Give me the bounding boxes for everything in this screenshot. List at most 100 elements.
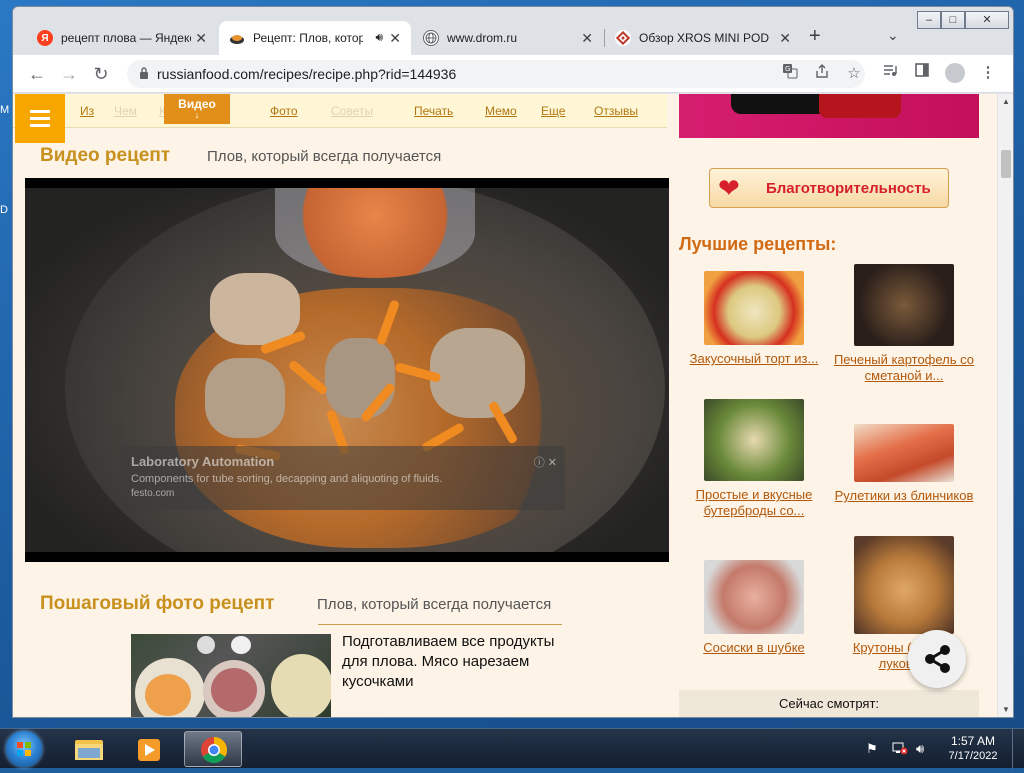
video-section-title: Видео рецепт (40, 145, 171, 166)
tab-xros[interactable]: Обзор XROS MINI POD ✕ (605, 21, 801, 55)
menu-item-tips[interactable]: Советы (331, 104, 373, 118)
recipe-card[interactable]: Рулетики из блинчиков (829, 424, 979, 504)
recipe-link[interactable]: Закусочный торт из... (679, 351, 829, 367)
recipe-photo[interactable] (704, 399, 804, 481)
menu-item-memo[interactable]: Мемо (485, 104, 517, 118)
lock-icon[interactable] (139, 67, 149, 79)
tab-title: www.drom.ru (447, 31, 518, 45)
banner-ad[interactable] (679, 94, 979, 138)
close-window-button[interactable]: ✕ (965, 11, 1009, 29)
share-icon (925, 645, 950, 673)
now-watching-panel: Сейчас смотрят: (679, 690, 979, 717)
new-tab-button[interactable]: + (809, 25, 821, 48)
tab-strip: Я рецепт плова — Яндекс ✕ Рецепт: Плов, … (13, 7, 1013, 55)
step-photo[interactable] (131, 634, 331, 717)
step-description: Подготавливаем все продукты для плова. М… (342, 633, 555, 690)
tab-title: Рецепт: Плов, который (253, 31, 363, 45)
menu-item-reviews[interactable]: Отзывы (594, 104, 638, 118)
video-frame[interactable]: Laboratory Automation Components for tub… (25, 188, 669, 552)
start-button[interactable] (6, 731, 42, 767)
recipe-photo[interactable] (704, 271, 804, 345)
side-panel-icon[interactable] (911, 62, 933, 84)
down-arrow-icon: ↓ (194, 110, 200, 120)
url-text[interactable]: russianfood.com/recipes/recipe.php?rid=1… (157, 66, 456, 82)
charity-label: Благотворительность (766, 180, 931, 197)
scroll-down-arrow[interactable]: ▼ (1002, 705, 1010, 714)
reload-button[interactable]: ↻ (89, 62, 113, 86)
video-player[interactable]: Laboratory Automation Components for tub… (25, 178, 669, 562)
menu-item-video-label: Видео (178, 97, 216, 111)
recipe-card[interactable]: Простые и вкусные бутерброды со... (679, 399, 829, 519)
show-desktop-button[interactable] (1012, 729, 1024, 769)
tab-plov-recipe[interactable]: Рецепт: Плов, который 🔊︎ ✕ (219, 21, 411, 55)
close-icon[interactable]: ✕ (779, 30, 791, 47)
scrollbar-thumb[interactable] (1001, 150, 1011, 178)
browser-window: Я рецепт плова — Яндекс ✕ Рецепт: Плов, … (12, 6, 1014, 718)
bookmark-star-icon[interactable]: ☆ (843, 63, 865, 85)
chrome-icon[interactable] (184, 731, 242, 767)
tab-yandex[interactable]: Я рецепт плова — Яндекс ✕ (27, 21, 217, 55)
share-page-icon[interactable] (811, 63, 833, 85)
page-scrollbar[interactable]: ▲ ▼ (997, 94, 1013, 717)
explorer-icon[interactable] (60, 731, 118, 767)
close-icon[interactable]: ✕ (389, 30, 401, 47)
network-icon[interactable] (892, 741, 908, 758)
tab-search-button[interactable]: ⌄ (887, 27, 899, 44)
tab-title: Обзор XROS MINI POD (639, 31, 769, 45)
back-button[interactable]: ← (25, 62, 49, 86)
share-button[interactable] (908, 630, 966, 688)
menu-item-more[interactable]: Еще (541, 104, 565, 118)
ad-site: festo.com (131, 488, 175, 499)
hamburger-menu-button[interactable] (15, 94, 65, 143)
ad-title[interactable]: Laboratory Automation (131, 454, 555, 469)
recipe-link[interactable]: Сосиски в шубке (679, 640, 829, 656)
address-bar[interactable]: russianfood.com/recipes/recipe.php?rid=1… (127, 60, 865, 88)
translate-icon[interactable]: G (779, 63, 801, 85)
globe-icon (423, 30, 439, 46)
menu-item-video[interactable]: Видео ↓ (164, 94, 230, 124)
speaker-icon[interactable]: 🔊︎ (375, 30, 383, 45)
menu-item-iz[interactable]: Из (80, 104, 94, 118)
clock-time[interactable]: 1:57 AM (943, 734, 1003, 748)
media-control-icon[interactable] (879, 62, 901, 84)
clock-date[interactable]: 7/17/2022 (940, 750, 1006, 762)
menu-item-chem[interactable]: Чем (114, 104, 137, 118)
recipe-card[interactable]: Печеный картофель со сметаной и... (829, 264, 979, 384)
close-icon[interactable]: ✕ (581, 30, 593, 47)
recipe-link[interactable]: Простые и вкусные бутерброды со... (679, 487, 829, 519)
ad-close-button[interactable]: ⓘ ✕ (534, 454, 557, 470)
recipe-photo[interactable] (854, 536, 954, 634)
scroll-up-arrow[interactable]: ▲ (1002, 97, 1010, 106)
recipe-card[interactable]: Сосиски в шубке (679, 560, 829, 656)
menu-item-photo[interactable]: Фото (270, 104, 298, 118)
menu-item-print[interactable]: Печать (414, 104, 453, 118)
menu-dots-icon[interactable]: ⋮ (977, 62, 999, 84)
browser-toolbar: ← → ↻ russianfood.com/recipes/recipe.php… (13, 55, 1013, 93)
now-watching-label: Сейчас смотрят: (778, 696, 880, 711)
media-player-icon[interactable] (120, 731, 178, 767)
recipe-card[interactable]: Закусочный торт из... (679, 271, 829, 367)
volume-icon[interactable]: 🔊︎ (916, 741, 924, 757)
profile-icon[interactable] (945, 63, 965, 83)
recipe-photo[interactable] (854, 264, 954, 346)
plov-favicon (229, 30, 245, 46)
video-section-subtitle: Плов, который всегда получается (207, 148, 442, 165)
heart-icon: ❤ (718, 173, 740, 203)
forward-button[interactable]: → (57, 62, 81, 86)
pattern-favicon (615, 30, 631, 46)
video-ad-overlay[interactable]: Laboratory Automation Components for tub… (121, 446, 565, 510)
taskbar: ⚑ 🔊︎ 1:57 AM 7/17/2022 (0, 728, 1024, 769)
spice-bowl-image (275, 188, 475, 278)
recipe-photo[interactable] (854, 424, 954, 482)
recipe-link[interactable]: Печеный картофель со сметаной и... (829, 352, 979, 384)
minimize-button[interactable]: – (917, 11, 941, 29)
charity-button[interactable]: ❤ Благотворительность (709, 168, 949, 208)
close-icon[interactable]: ✕ (195, 30, 207, 47)
maximize-button[interactable]: □ (941, 11, 965, 29)
recipe-link[interactable]: Рулетики из блинчиков (829, 488, 979, 504)
photo-section-title: Пошаговый фото рецепт (40, 593, 275, 614)
recipe-photo[interactable] (704, 560, 804, 634)
tab-drom[interactable]: www.drom.ru ✕ (413, 21, 603, 55)
ad-text: Components for tube sorting, decapping a… (131, 473, 443, 485)
action-center-icon[interactable]: ⚑ (866, 741, 878, 757)
